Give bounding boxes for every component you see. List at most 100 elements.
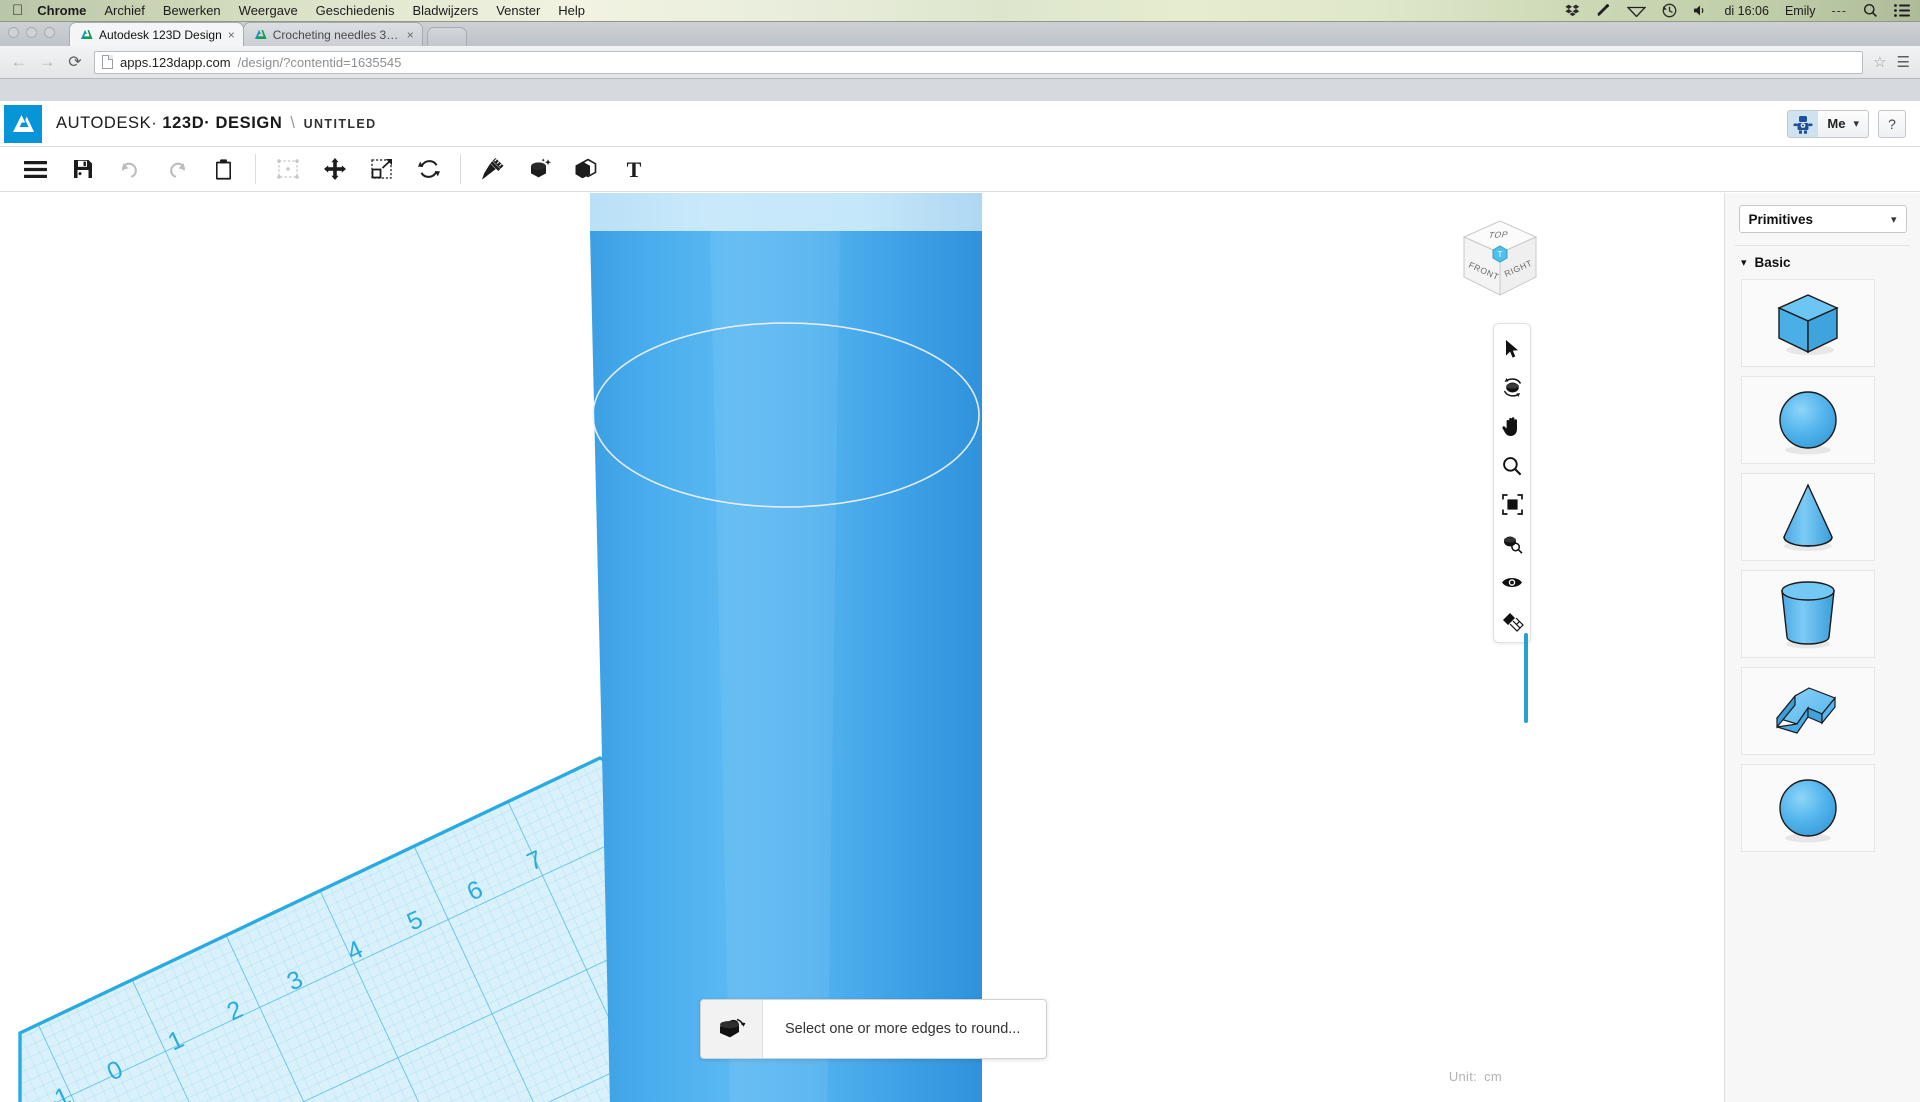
menu-archief[interactable]: Archief bbox=[104, 3, 144, 18]
cursor-select-icon[interactable] bbox=[1497, 332, 1527, 365]
model-tapered-cylinder[interactable] bbox=[590, 193, 1100, 1102]
move-icon[interactable] bbox=[311, 149, 358, 189]
new-tab-button[interactable] bbox=[426, 27, 467, 46]
reload-icon[interactable]: ⟳ bbox=[66, 53, 84, 71]
spotlight-search-icon[interactable] bbox=[1863, 3, 1878, 18]
maximize-window-button[interactable] bbox=[44, 27, 55, 38]
zoom-object-icon[interactable] bbox=[1497, 527, 1527, 560]
url-path: /design/?contentid=1635545 bbox=[237, 54, 402, 70]
back-arrow-icon[interactable]: ← bbox=[10, 52, 28, 71]
brand-autodesk: AUTODESK· bbox=[56, 114, 158, 132]
menu-venster[interactable]: Venster bbox=[496, 3, 540, 18]
tab-title: Crocheting needles 3D Mo bbox=[272, 27, 401, 42]
ruler-tick: 4 bbox=[343, 935, 368, 966]
section-basic[interactable]: ▾ Basic bbox=[1725, 246, 1920, 279]
save-icon[interactable] bbox=[59, 149, 106, 189]
ruler-tick: 3 bbox=[283, 965, 307, 996]
volume-icon[interactable] bbox=[1693, 4, 1708, 17]
main-toolbar: T bbox=[0, 147, 1920, 192]
tab-crocheting-needles[interactable]: Crocheting needles 3D Mo × bbox=[242, 22, 423, 46]
tab-autodesk-123d-design[interactable]: Autodesk 123D Design × bbox=[69, 22, 244, 46]
page-document-icon bbox=[102, 55, 113, 69]
menu-weergave[interactable]: Weergave bbox=[239, 3, 298, 18]
menu-geschiedenis[interactable]: Geschiedenis bbox=[316, 3, 395, 18]
wifi-icon[interactable] bbox=[1627, 4, 1647, 17]
paste-icon[interactable] bbox=[200, 149, 247, 189]
primitive-sphere2[interactable] bbox=[1741, 764, 1875, 852]
address-bar[interactable]: apps.123dapp.com/design/?contentid=16355… bbox=[94, 50, 1864, 74]
toolbar-group-create: T bbox=[469, 149, 657, 189]
pan-hand-icon[interactable] bbox=[1497, 410, 1527, 443]
section-label: Basic bbox=[1754, 255, 1791, 270]
tab-close-icon[interactable]: × bbox=[228, 28, 235, 42]
combine-icon[interactable] bbox=[563, 149, 610, 189]
user-label[interactable]: Emily bbox=[1785, 4, 1816, 18]
scale-icon[interactable] bbox=[358, 149, 405, 189]
unit-indicator: Unit: cm bbox=[1449, 1069, 1502, 1084]
window-controls[interactable] bbox=[8, 27, 55, 38]
primitive-cone[interactable] bbox=[1741, 473, 1875, 561]
ruler-tick: -1 bbox=[43, 1082, 75, 1102]
redo-icon[interactable] bbox=[153, 149, 200, 189]
chevron-down-icon: ▾ bbox=[1853, 118, 1859, 130]
clock-label[interactable]: di 16:06 bbox=[1724, 4, 1768, 18]
toolbar-divider bbox=[460, 154, 461, 184]
menu-bladwijzers[interactable]: Bladwijzers bbox=[412, 3, 478, 18]
primitive-box[interactable] bbox=[1741, 279, 1875, 367]
menu-bewerken[interactable]: Bewerken bbox=[163, 3, 221, 18]
text-icon[interactable]: T bbox=[610, 149, 657, 189]
viewport-scrollbar[interactable] bbox=[1524, 633, 1528, 723]
tab-close-icon[interactable]: × bbox=[407, 28, 414, 42]
view-cube[interactable]: TOP FRONT RIGHT T bbox=[1456, 215, 1544, 303]
rotate-icon[interactable] bbox=[405, 149, 452, 189]
help-button[interactable]: ? bbox=[1878, 109, 1906, 138]
close-window-button[interactable] bbox=[8, 27, 19, 38]
robot-avatar-icon bbox=[1788, 110, 1819, 137]
forward-arrow-icon[interactable]: → bbox=[38, 52, 56, 71]
snap-grid-icon[interactable] bbox=[1497, 605, 1527, 638]
app-title: AUTODESK· 123D· DESIGN \ UNTITLED bbox=[56, 114, 377, 133]
ruler-tick: 5 bbox=[403, 905, 427, 936]
undo-icon[interactable] bbox=[106, 149, 153, 189]
minimize-window-button[interactable] bbox=[26, 27, 37, 38]
fit-to-window-icon[interactable] bbox=[1497, 488, 1527, 521]
tab-title: Autodesk 123D Design bbox=[99, 27, 222, 42]
fillet-round-edge-icon bbox=[701, 1000, 763, 1058]
autodesk-123d-app: AUTODESK· 123D· DESIGN \ UNTITLED Me ▾ ? bbox=[0, 101, 1920, 1102]
menu-chrome[interactable]: Chrome bbox=[37, 3, 86, 18]
zoom-magnifier-icon[interactable] bbox=[1497, 449, 1527, 482]
3d-viewport[interactable]: -2 -1 0 1 2 3 4 5 6 7 bbox=[0, 193, 1724, 1102]
category-dropdown[interactable]: Primitives ▾ bbox=[1738, 205, 1907, 233]
autodesk-favicon-icon bbox=[254, 28, 267, 41]
select-icon[interactable] bbox=[264, 149, 311, 189]
star-icon[interactable]: ☆ bbox=[1873, 53, 1886, 71]
toolbar-group-transform bbox=[264, 149, 452, 189]
orbit-icon[interactable] bbox=[1497, 371, 1527, 404]
toolbar-divider bbox=[255, 154, 256, 184]
hamburger-menu-icon[interactable]: ☰ bbox=[1897, 53, 1910, 71]
omnibox-toolbar: ← → ⟳ apps.123dapp.com/design/?contentid… bbox=[0, 46, 1920, 79]
brand-product: 123D· DESIGN bbox=[162, 114, 283, 132]
account-button[interactable]: Me ▾ bbox=[1787, 109, 1869, 138]
dropbox-icon[interactable] bbox=[1565, 4, 1580, 17]
chrome-browser-window: Autodesk 123D Design × Crocheting needle… bbox=[0, 22, 1920, 1102]
primitives-panel: Primitives ▾ ▾ Basic bbox=[1724, 193, 1920, 1102]
primitive-elbow[interactable] bbox=[1741, 667, 1875, 755]
apple-logo-icon[interactable]:  bbox=[12, 3, 23, 18]
primitive-sphere[interactable] bbox=[1741, 376, 1875, 464]
ruler-tick: 2 bbox=[223, 995, 247, 1026]
notification-center-icon[interactable] bbox=[1894, 4, 1910, 17]
menu-help[interactable]: Help bbox=[558, 3, 585, 18]
tab-strip: Autodesk 123D Design × Crocheting needle… bbox=[0, 22, 1920, 46]
construct-icon[interactable] bbox=[516, 149, 563, 189]
menu-icon[interactable] bbox=[12, 149, 59, 189]
autodesk-logo-icon[interactable] bbox=[4, 104, 42, 143]
chevron-down-icon: ▾ bbox=[1741, 257, 1747, 269]
ruler-tick: 0 bbox=[103, 1055, 127, 1086]
primitive-cylinder[interactable] bbox=[1741, 570, 1875, 658]
pen-icon[interactable] bbox=[1596, 3, 1611, 18]
visibility-eye-icon[interactable] bbox=[1497, 566, 1527, 599]
sketch-icon[interactable] bbox=[469, 149, 516, 189]
autodesk-favicon-icon bbox=[80, 28, 93, 41]
time-machine-icon[interactable] bbox=[1662, 3, 1677, 18]
